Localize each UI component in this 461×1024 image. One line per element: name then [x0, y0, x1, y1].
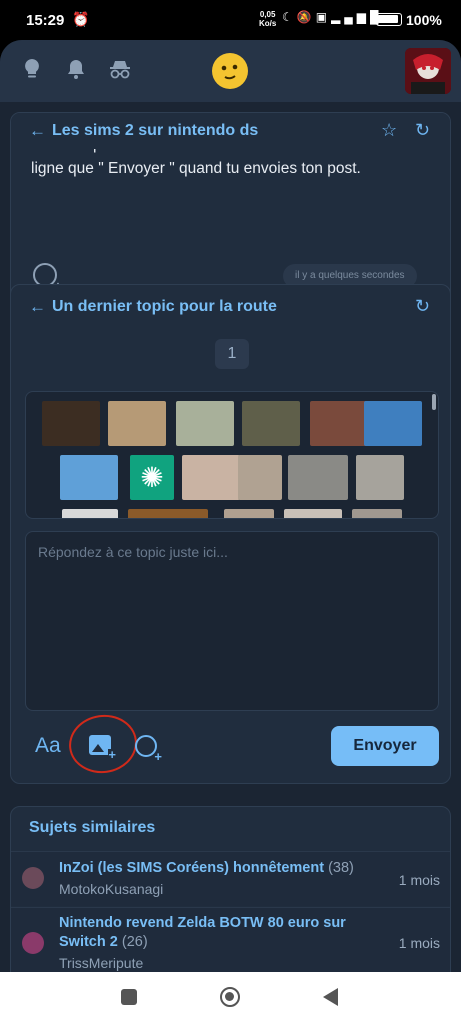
sticker-man-smiling-blue[interactable] [60, 455, 118, 500]
refresh-icon[interactable]: ↻ [415, 120, 430, 141]
status-bar: 15:29 ⏰ 0,05 Ko/s ☾🔕▣▂▄▆█ 100% [0, 0, 461, 40]
sticker-picker [25, 391, 439, 519]
signal-icon: ▂▄▆█ [331, 10, 383, 24]
format-button[interactable]: Aa [35, 734, 61, 758]
smiley-logo[interactable] [212, 53, 248, 89]
reply-count: (38) [328, 860, 354, 876]
lightbulb-icon[interactable] [20, 58, 44, 82]
reply-count: (26) [121, 934, 148, 950]
add-sticker-icon[interactable] [135, 735, 162, 764]
topic-title[interactable]: Les sims 2 sur nintendo ds [52, 122, 258, 140]
star-icon[interactable]: ☆ [381, 120, 397, 141]
sticker-cat-lying[interactable] [108, 401, 166, 446]
list-item[interactable]: InZoi (les SIMS Coréens) honnêtement (38… [11, 851, 450, 906]
similar-topic-name[interactable]: Nintendo revend Zelda BOTW 80 euro sur S… [59, 915, 346, 950]
sticker-cat-sunglasses[interactable] [176, 401, 234, 446]
topic-card-sims: ← Les sims 2 sur nintendo ds ☆ ↻ dans le… [10, 112, 451, 306]
moon-icon: ☾ [282, 10, 297, 24]
battery-icon [376, 13, 402, 26]
similar-topic-author[interactable]: MotokoKusanagi [59, 881, 163, 897]
similar-title: Sujets similaires [29, 819, 156, 836]
similar-topic-title[interactable]: InZoi (les SIMS Coréens) honnêtement (38… [59, 859, 379, 878]
mute-icon: 🔕 [296, 10, 316, 24]
sticker-old-man-2[interactable] [356, 455, 404, 500]
incognito-icon[interactable] [108, 58, 132, 82]
avatar[interactable] [405, 48, 451, 94]
annotation-circle [65, 710, 141, 778]
sticker-black-cat[interactable] [42, 401, 100, 446]
top-bar [0, 40, 461, 102]
back-arrow-icon[interactable]: ← [29, 297, 46, 317]
reply-input[interactable] [26, 532, 438, 710]
topic-header: ← Un dernier topic pour la route ↻ [11, 289, 450, 325]
scrollbar[interactable] [432, 394, 436, 410]
avatar [22, 867, 44, 889]
bell-icon[interactable] [64, 58, 88, 82]
network-speed-value: 0,05 [259, 10, 276, 19]
network-speed-unit: Ko/s [259, 19, 277, 28]
send-button[interactable]: Envoyer [331, 726, 439, 766]
system-nav-bar [0, 972, 461, 1024]
refresh-icon[interactable]: ↻ [415, 296, 430, 317]
volte-icon: ▣ [315, 10, 332, 24]
similar-topic-title[interactable]: Nintendo revend Zelda BOTW 80 euro sur S… [59, 914, 379, 952]
similar-topics-card: Sujets similaires InZoi (les SIMS Coréen… [10, 806, 451, 972]
topic-card-dernier: ← Un dernier topic pour la route ↻ 1 ✺ R… [10, 284, 451, 784]
list-item[interactable]: Nintendo revend Zelda BOTW 80 euro sur S… [11, 907, 450, 972]
sticker-partial[interactable] [284, 509, 342, 518]
sticker-man-glasses-1[interactable] [182, 455, 240, 500]
sticker-partial[interactable] [62, 509, 118, 518]
avatar [22, 932, 44, 954]
topic-header: ← Les sims 2 sur nintendo ds ☆ ↻ [11, 113, 450, 149]
similar-topic-author[interactable]: TrissMeripute [59, 955, 143, 971]
similar-topic-time: 1 mois [398, 872, 440, 888]
sticker-partial[interactable] [128, 509, 208, 518]
sticker-partial[interactable] [224, 509, 274, 518]
battery-percent: 100% [406, 12, 442, 28]
reply-box [25, 531, 439, 711]
home-icon[interactable] [220, 987, 240, 1007]
clock: 15:29 [26, 12, 65, 29]
status-icons: ☾🔕▣▂▄▆█ [282, 10, 383, 24]
sticker-man-glasses-2[interactable] [238, 455, 282, 500]
sticker-openai-logo[interactable] [130, 455, 174, 500]
sticker-man-glasses-blue[interactable] [364, 401, 422, 446]
app-window: ← Les sims 2 sur nintendo ds ☆ ↻ dans le… [0, 40, 461, 972]
back-arrow-icon[interactable]: ← [29, 121, 46, 141]
topic-title[interactable]: Un dernier topic pour la route [52, 298, 277, 316]
sticker-old-man-1[interactable] [288, 455, 348, 500]
similar-topic-name[interactable]: InZoi (les SIMS Coréens) honnêtement [59, 860, 324, 876]
network-speed: 0,05 Ko/s [259, 10, 276, 28]
page-number[interactable]: 1 [215, 339, 249, 369]
recents-icon[interactable] [121, 989, 137, 1005]
sticker-cat-dark-eyes[interactable] [242, 401, 300, 446]
alarm-icon: ⏰ [72, 11, 90, 27]
sticker-partial[interactable] [352, 509, 402, 518]
back-icon[interactable] [323, 988, 338, 1006]
similar-topic-time: 1 mois [398, 935, 440, 951]
sticker-woman-shush[interactable] [310, 401, 368, 446]
